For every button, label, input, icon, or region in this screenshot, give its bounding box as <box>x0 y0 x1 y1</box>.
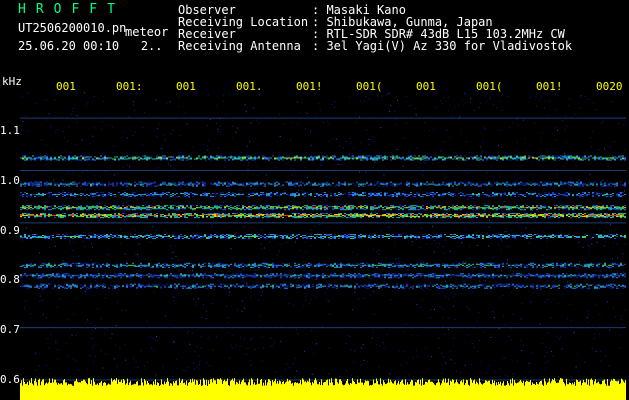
signal-band <box>20 234 626 239</box>
y-tick: 1.1 <box>0 124 20 137</box>
signal-band <box>20 155 626 161</box>
y-tick: 0.9 <box>0 224 20 237</box>
signal-band <box>20 205 626 211</box>
y-tick: 0.6 <box>0 373 20 386</box>
meteor-label: meteor <box>125 25 169 39</box>
signal-band <box>20 262 626 268</box>
y-tick: 1.0 <box>0 174 20 187</box>
antenna-value: : 3el Yagi(V) Az 330 for Vladivostok <box>312 39 573 53</box>
signal-band <box>20 213 626 219</box>
signal-band <box>20 181 626 187</box>
antenna-label: Receiving Antenna <box>178 39 301 53</box>
y-tick: 0.7 <box>0 323 20 336</box>
signal-band <box>20 273 626 279</box>
signal-band <box>20 283 626 289</box>
date-time: 25.06.20 00:10 2.. <box>18 39 163 53</box>
spectrogram <box>20 92 626 400</box>
y-tick: 0.8 <box>0 273 20 286</box>
y-axis-unit: kHz <box>2 75 22 88</box>
signal-band <box>20 192 626 198</box>
file-name: UT2506200010.pn <box>18 21 127 35</box>
power-bar <box>20 378 626 400</box>
app-logo: HROFFT <box>18 2 125 17</box>
